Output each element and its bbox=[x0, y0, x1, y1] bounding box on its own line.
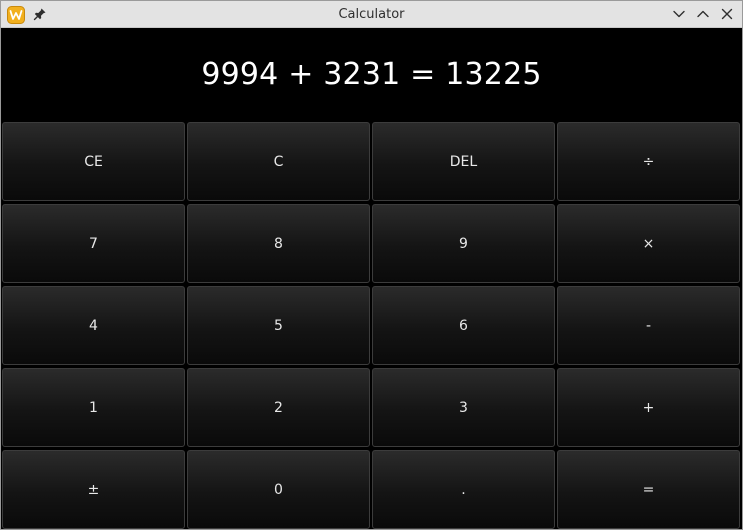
title-bar[interactable]: Calculator bbox=[1, 1, 742, 28]
decimal-point-button[interactable]: . bbox=[372, 450, 555, 529]
digit-9-button[interactable]: 9 bbox=[372, 204, 555, 283]
pin-icon[interactable] bbox=[33, 7, 47, 21]
display-expression: 9994 + 3231 = 13225 bbox=[201, 56, 542, 92]
divide-button[interactable]: ÷ bbox=[557, 122, 740, 201]
equals-button[interactable]: = bbox=[557, 450, 740, 529]
delete-button[interactable]: DEL bbox=[372, 122, 555, 201]
digit-1-button[interactable]: 1 bbox=[2, 368, 185, 447]
digit-7-button[interactable]: 7 bbox=[2, 204, 185, 283]
digit-0-button[interactable]: 0 bbox=[187, 450, 370, 529]
digit-5-button[interactable]: 5 bbox=[187, 286, 370, 365]
add-button[interactable]: + bbox=[557, 368, 740, 447]
negate-button[interactable]: ± bbox=[2, 450, 185, 529]
calculator-app-icon bbox=[7, 6, 25, 24]
result-display: 9994 + 3231 = 13225 bbox=[1, 28, 742, 122]
digit-3-button[interactable]: 3 bbox=[372, 368, 555, 447]
keypad: CE C DEL ÷ 7 8 9 × 4 5 6 - 1 2 3 + ± 0 .… bbox=[2, 122, 742, 529]
digit-8-button[interactable]: 8 bbox=[187, 204, 370, 283]
chevron-up-icon[interactable] bbox=[695, 6, 711, 22]
subtract-button[interactable]: - bbox=[557, 286, 740, 365]
multiply-button[interactable]: × bbox=[557, 204, 740, 283]
calculator-window: Calculator 9994 + 3231 = 13225 CE C DEL … bbox=[0, 0, 743, 530]
chevron-down-icon[interactable] bbox=[671, 6, 687, 22]
close-icon[interactable] bbox=[719, 6, 735, 22]
clear-button[interactable]: C bbox=[187, 122, 370, 201]
window-title: Calculator bbox=[338, 7, 405, 22]
clear-entry-button[interactable]: CE bbox=[2, 122, 185, 201]
digit-6-button[interactable]: 6 bbox=[372, 286, 555, 365]
digit-2-button[interactable]: 2 bbox=[187, 368, 370, 447]
digit-4-button[interactable]: 4 bbox=[2, 286, 185, 365]
